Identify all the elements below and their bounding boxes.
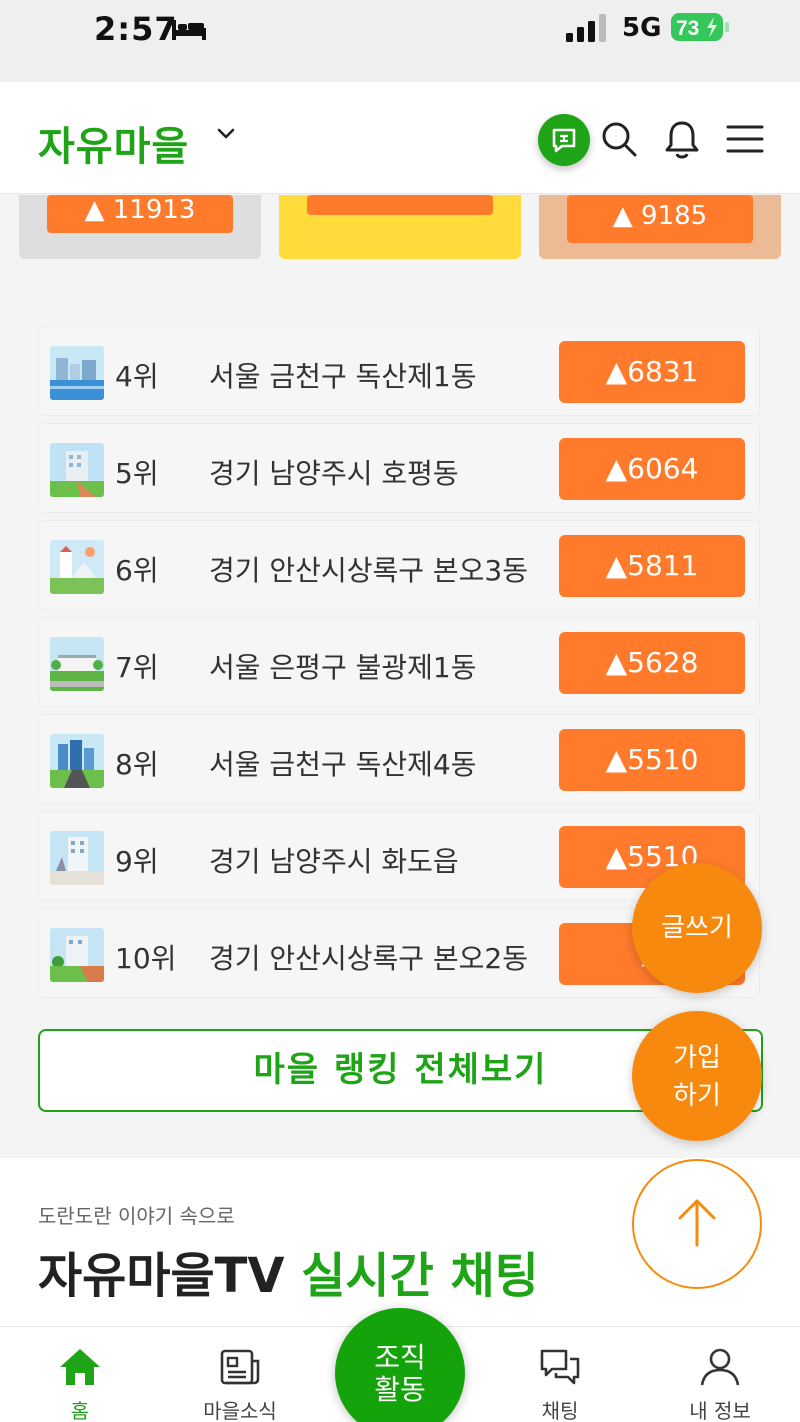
write-post-button[interactable]: 글쓰기 bbox=[632, 863, 762, 993]
top-rank-card-2[interactable] bbox=[279, 195, 521, 259]
join-button[interactable]: 가입 하기 bbox=[632, 1011, 762, 1141]
bell-icon[interactable] bbox=[661, 118, 703, 160]
rank-number: 7위 bbox=[115, 651, 159, 684]
status-bar: 2:57 5G 73 bbox=[0, 0, 800, 82]
nav-village-news[interactable]: 마을소식 bbox=[180, 1347, 300, 1422]
village-name: 경기 안산시상록구 본오2동 bbox=[209, 942, 528, 975]
village-name: 서울 금천구 독산제4동 bbox=[209, 748, 477, 781]
village-thumbnail bbox=[50, 831, 104, 885]
chevron-down-icon[interactable] bbox=[214, 122, 238, 146]
status-time: 2:57 bbox=[94, 10, 178, 48]
score-badge: ▲5811 bbox=[559, 535, 745, 597]
svg-text:73: 73 bbox=[676, 17, 699, 40]
chat-shortcut-button[interactable] bbox=[538, 114, 590, 166]
village-name: 경기 남양주시 화도읍 bbox=[209, 845, 459, 878]
rank-number: 6위 bbox=[115, 554, 159, 587]
signal-icon bbox=[566, 14, 606, 42]
tv-subtitle: 도란도란 이야기 속으로 bbox=[38, 1204, 235, 1228]
top-score-badge: ▲ 11913 bbox=[47, 195, 233, 233]
menu-icon[interactable] bbox=[724, 118, 766, 160]
score-badge: ▲5628 bbox=[559, 632, 745, 694]
chat-icon bbox=[540, 1349, 580, 1385]
village-name: 경기 남양주시 호평동 bbox=[209, 457, 459, 490]
village-name: 서울 은평구 불광제1동 bbox=[209, 651, 477, 684]
battery-icon: 73 bbox=[671, 13, 729, 41]
village-thumbnail bbox=[50, 928, 104, 982]
score-badge: ▲6831 bbox=[559, 341, 745, 403]
top-rank-card-1[interactable]: ▲ 11913 bbox=[19, 195, 261, 259]
village-thumbnail bbox=[50, 346, 104, 400]
search-icon[interactable] bbox=[598, 118, 640, 160]
village-thumbnail bbox=[50, 637, 104, 691]
tv-title[interactable]: 자유마을TV 실시간 채팅 bbox=[38, 1236, 539, 1306]
village-thumbnail bbox=[50, 443, 104, 497]
village-name: 서울 금천구 독산제1동 bbox=[209, 360, 477, 393]
ranking-row[interactable]: 4위 서울 금천구 독산제1동 ▲6831 bbox=[38, 326, 760, 416]
news-icon bbox=[220, 1349, 260, 1385]
ranking-row[interactable]: 6위 경기 안산시상록구 본오3동 ▲5811 bbox=[38, 520, 760, 610]
app-logo[interactable]: 자유마을 bbox=[38, 114, 189, 172]
user-icon bbox=[700, 1348, 740, 1386]
village-name: 경기 안산시상록구 본오3동 bbox=[209, 554, 528, 587]
network-label: 5G bbox=[622, 13, 662, 43]
rank-number: 4위 bbox=[115, 360, 159, 393]
top-score-badge bbox=[307, 195, 493, 215]
nav-my-info[interactable]: 내 정보 bbox=[660, 1347, 780, 1422]
app-header: 자유마을 bbox=[0, 82, 800, 194]
nav-home[interactable]: 홈 bbox=[20, 1347, 140, 1422]
rank-number: 9위 bbox=[115, 845, 159, 878]
bed-icon bbox=[172, 20, 206, 40]
rank-number: 5위 bbox=[115, 457, 159, 490]
chat-bubble-icon bbox=[552, 128, 576, 153]
rank-number: 8위 bbox=[115, 748, 159, 781]
arrow-up-icon bbox=[678, 1199, 716, 1247]
score-badge: ▲6064 bbox=[559, 438, 745, 500]
ranking-row[interactable]: 7위 서울 은평구 불광제1동 ▲5628 bbox=[38, 617, 760, 707]
score-badge: ▲5510 bbox=[559, 729, 745, 791]
nav-chat[interactable]: 채팅 bbox=[500, 1347, 620, 1422]
top-score-badge: ▲ 9185 bbox=[567, 195, 753, 243]
village-thumbnail bbox=[50, 540, 104, 594]
village-thumbnail bbox=[50, 734, 104, 788]
rank-number: 10위 bbox=[115, 942, 177, 975]
ranking-row[interactable]: 8위 서울 금천구 독산제4동 ▲5510 bbox=[38, 714, 760, 804]
ranking-row[interactable]: 5위 경기 남양주시 호평동 ▲6064 bbox=[38, 423, 760, 513]
home-icon bbox=[60, 1349, 100, 1385]
scroll-top-button[interactable] bbox=[632, 1159, 762, 1289]
top-rank-card-3[interactable]: ▲ 9185 bbox=[539, 195, 781, 259]
